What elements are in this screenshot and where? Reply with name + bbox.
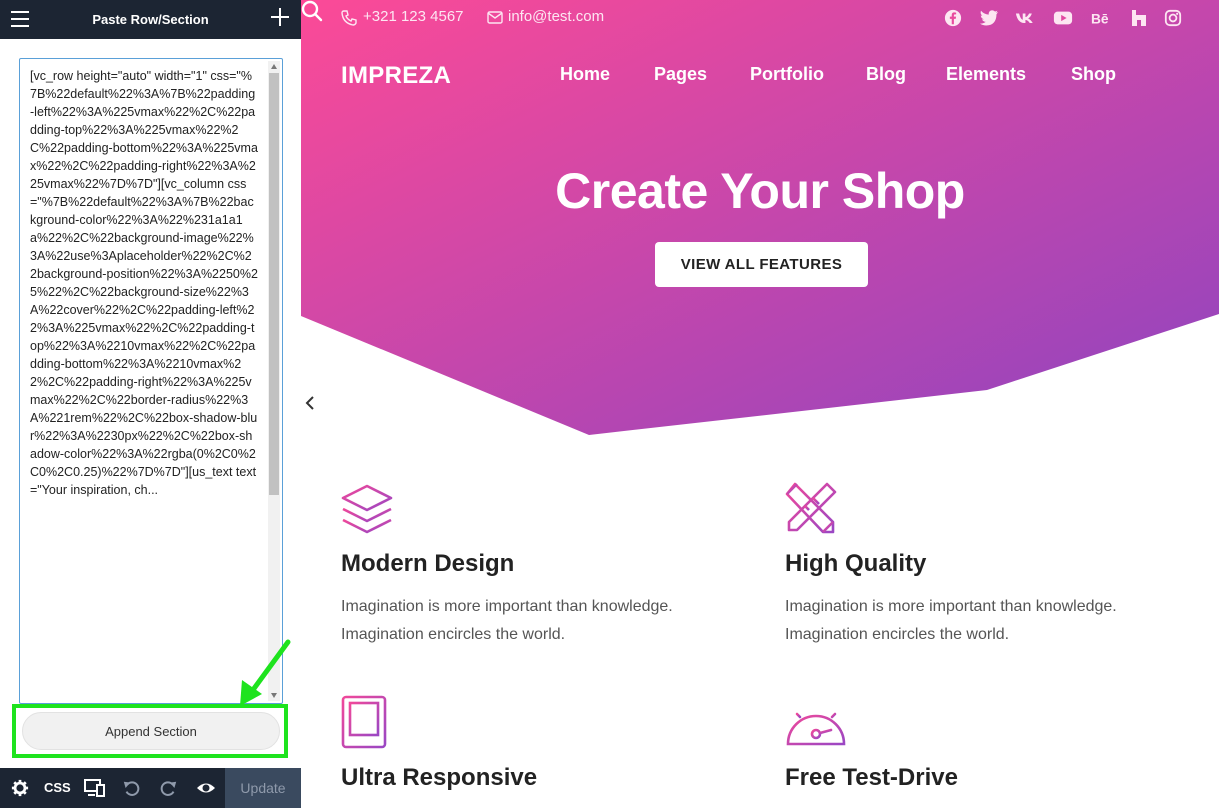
- feature-title-free-test-drive: Free Test-Drive: [785, 764, 958, 791]
- eye-icon[interactable]: [196, 778, 216, 798]
- gear-icon[interactable]: [11, 778, 29, 798]
- feature-text-high-quality: Imagination is more important than knowl…: [785, 593, 1165, 649]
- scroll-up-icon[interactable]: [271, 64, 277, 69]
- nav-blog[interactable]: Blog: [866, 64, 906, 85]
- facebook-icon[interactable]: [943, 9, 963, 27]
- nav-pages[interactable]: Pages: [654, 64, 707, 85]
- update-button[interactable]: Update: [225, 768, 301, 808]
- panel-header: Paste Row/Section: [0, 0, 301, 39]
- css-button[interactable]: CSS: [44, 780, 71, 800]
- responsive-icon[interactable]: [84, 778, 106, 798]
- site-logo[interactable]: IMPREZA: [341, 62, 451, 90]
- nav-elements[interactable]: Elements: [946, 64, 1026, 85]
- textarea-content[interactable]: [vc_row height="auto" width="1" css="%7B…: [30, 67, 258, 499]
- layers-icon: [341, 484, 393, 534]
- textarea-scrollbar[interactable]: [268, 61, 280, 701]
- phone-icon: [341, 10, 357, 26]
- scroll-thumb[interactable]: [269, 73, 279, 495]
- feature-title-ultra-responsive: Ultra Responsive: [341, 764, 538, 791]
- svg-text:Bē: Bē: [1091, 12, 1109, 27]
- hero-title: Create Your Shop: [555, 163, 965, 219]
- hero-section: +321 123 4567 info@test.com Bē IMPREZA H…: [301, 0, 1219, 440]
- green-arrow-icon: [240, 639, 291, 706]
- feature-title-modern-design: Modern Design: [341, 550, 515, 577]
- redo-icon[interactable]: [160, 778, 178, 798]
- search-icon[interactable]: [301, 0, 323, 22]
- panel-title: Paste Row/Section: [92, 12, 209, 27]
- plus-icon[interactable]: [271, 8, 289, 26]
- nav-portfolio[interactable]: Portfolio: [750, 64, 824, 85]
- append-section-button[interactable]: Append Section: [22, 712, 280, 750]
- nav-home[interactable]: Home: [560, 64, 610, 85]
- instagram-icon[interactable]: [1163, 9, 1183, 27]
- chevron-left-icon[interactable]: [305, 395, 315, 411]
- builder-panel: Paste Row/Section [vc_row height="auto" …: [0, 0, 301, 808]
- undo-icon[interactable]: [122, 778, 140, 798]
- feature-text-line: Imagination is more important than knowl…: [341, 598, 673, 615]
- youtube-icon[interactable]: [1053, 9, 1073, 27]
- feature-text-line: Imagination encircles the world.: [341, 626, 566, 643]
- feature-title-high-quality: High Quality: [785, 550, 927, 577]
- top-bar: +321 123 4567 info@test.com Bē: [301, 0, 1219, 36]
- behance-icon[interactable]: Bē: [1091, 9, 1113, 27]
- houzz-icon[interactable]: [1129, 9, 1149, 27]
- pencil-ruler-icon: [785, 482, 837, 534]
- tablet-icon: [341, 695, 387, 749]
- paste-textarea[interactable]: [vc_row height="auto" width="1" css="%7B…: [19, 58, 283, 704]
- feature-text-line: Imagination is more important than knowl…: [785, 598, 1117, 615]
- phone-link[interactable]: +321 123 4567: [363, 8, 464, 25]
- panel-footer: CSS Update: [0, 768, 301, 808]
- feature-text-modern-design: Imagination is more important than knowl…: [341, 593, 721, 649]
- site-preview: +321 123 4567 info@test.com Bē IMPREZA H…: [301, 0, 1219, 808]
- view-all-features-button[interactable]: VIEW ALL FEATURES: [655, 242, 868, 287]
- twitter-icon[interactable]: [979, 9, 999, 27]
- email-link[interactable]: info@test.com: [508, 8, 604, 25]
- feature-text-line: Imagination encircles the world.: [785, 626, 1010, 643]
- speedometer-icon: [786, 704, 846, 746]
- nav-shop[interactable]: Shop: [1071, 64, 1116, 85]
- vk-icon[interactable]: [1015, 9, 1035, 27]
- email-icon: [487, 11, 503, 24]
